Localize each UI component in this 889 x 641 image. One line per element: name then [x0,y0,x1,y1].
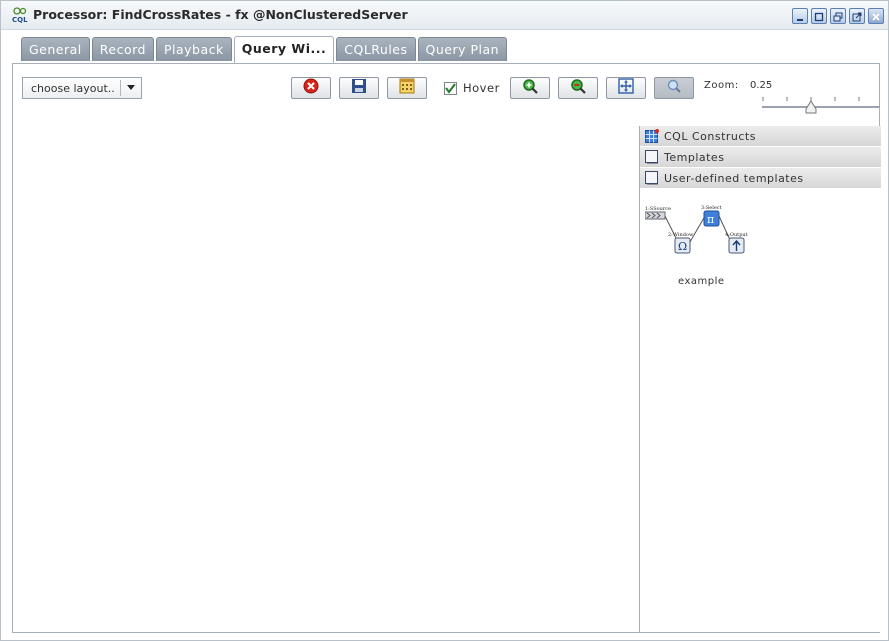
hover-label: Hover [463,81,500,95]
layout-select-value: choose layout.. [31,82,115,95]
chevron-down-icon [120,80,141,96]
template-icon [645,171,659,185]
popout-icon [852,7,862,26]
construct-palette: CQL Constructs Templates User-defined te… [639,126,881,632]
svg-text:Ω: Ω [678,240,687,253]
template-node-label: 3:Select [701,205,722,211]
query-wizard-panel: choose layout.. Hover Zoom: 0.25 CQL Con… [12,63,881,633]
magnifier-toggle-button[interactable] [654,77,694,99]
template-node-label: 4:Output [725,232,748,238]
save-icon [351,78,367,98]
zoom-slider[interactable] [762,96,880,116]
layout-select[interactable]: choose layout.. [22,77,142,99]
fit-to-window-button[interactable] [606,77,646,99]
palette-section-label: CQL Constructs [664,130,756,143]
close-button[interactable] [868,8,884,24]
svg-text:CQL: CQL [12,16,28,24]
fit-to-window-icon [618,78,634,98]
zoom-slider-thumb[interactable] [805,100,817,114]
restore-button[interactable] [830,8,846,24]
window-omega-icon: Ω [674,237,691,254]
template-example-diagram[interactable]: 1:SSource 2:Window Ω 3:Select π 4:Output [644,204,755,260]
restore-icon [833,7,843,26]
source-icon [644,211,666,220]
zoom-in-icon [522,78,538,98]
tab-record[interactable]: Record [91,37,154,61]
zoom-in-button[interactable] [510,77,550,99]
zoom-value: 0.25 [750,80,773,91]
tab-playback[interactable]: Playback [155,37,232,61]
tab-query-plan[interactable]: Query Plan [417,37,508,61]
zoom-out-button[interactable] [558,77,598,99]
tab-query-wizard[interactable]: Query Wi... [233,36,335,63]
checkmark-icon [445,83,456,94]
palette-section-templates[interactable]: Templates [640,147,881,168]
palette-section-label: User-defined templates [664,172,804,185]
tab-general[interactable]: General [21,37,90,61]
hover-checkbox[interactable] [444,82,457,95]
palette-section-user-defined-templates[interactable]: User-defined templates [640,168,881,189]
palette-section-cql-constructs[interactable]: CQL Constructs [640,126,881,147]
palette-section-label: Templates [664,151,725,164]
zoom-out-icon [570,78,586,98]
maximize-button[interactable] [811,8,827,24]
template-caption: example [678,276,725,287]
tab-bar: General Record Playback Query Wi... CQLR… [21,36,509,63]
magnifier-icon [666,78,682,98]
template-icon [645,150,659,164]
close-icon [871,7,881,26]
grid-icon [645,129,659,143]
tab-cql-rules[interactable]: CQLRules [336,37,416,61]
cql-app-icon: CQL [11,6,29,24]
calendar-button[interactable] [387,77,427,99]
select-pi-icon: π [703,210,720,227]
delete-button[interactable] [291,77,331,99]
output-icon [728,237,745,254]
zoom-label: Zoom: [704,80,739,91]
minimize-icon [795,7,805,26]
delete-icon [303,78,319,98]
save-button[interactable] [339,77,379,99]
maximize-icon [814,7,824,26]
window-title: Processor: FindCrossRates - fx @NonClust… [33,7,408,22]
processor-window: CQL Processor: FindCrossRates - fx @NonC… [0,0,889,641]
title-bar: CQL Processor: FindCrossRates - fx @NonC… [1,1,888,30]
popout-button[interactable] [849,8,865,24]
minimize-button[interactable] [792,8,808,24]
template-node-label: 1:SSource [645,206,671,212]
template-node-label: 2:Window [668,232,694,238]
svg-text:π: π [707,213,714,226]
calendar-icon [399,78,415,98]
